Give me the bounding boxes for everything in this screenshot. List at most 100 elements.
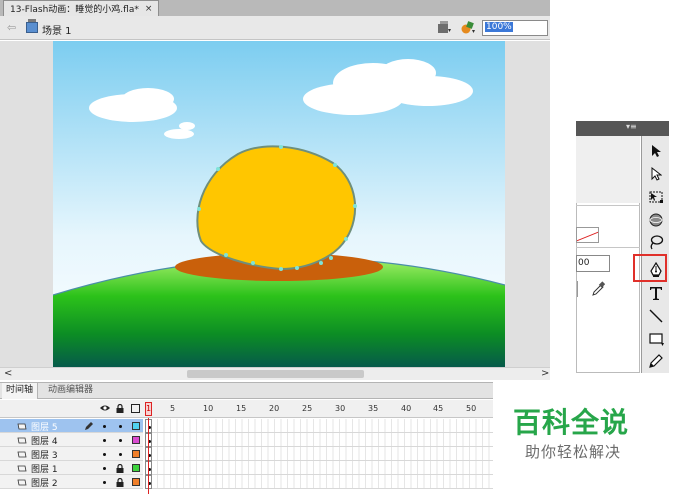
layer-row[interactable]: 图层 2 — [0, 475, 493, 489]
layer-icon — [17, 423, 27, 430]
panel-section — [576, 136, 640, 203]
scene-label[interactable]: 场景 1 — [42, 22, 72, 37]
frame-number: 45 — [433, 404, 444, 413]
eyedropper-icon[interactable] — [591, 281, 605, 297]
stroke-value-field[interactable]: 00 — [576, 255, 610, 272]
frame-number: 40 — [401, 404, 412, 413]
lasso-tool-icon[interactable] — [647, 233, 665, 251]
layer-row[interactable]: 图层 3 — [0, 447, 493, 461]
frame-track[interactable] — [145, 475, 493, 489]
lock-icon[interactable] — [116, 464, 124, 473]
layer-name: 图层 4 — [31, 437, 58, 447]
subselection-tool-icon[interactable] — [647, 165, 665, 183]
visibility-dot[interactable] — [103, 453, 106, 456]
zoom-value: 100% — [485, 22, 513, 32]
layer-row[interactable]: 图层 4 — [0, 433, 493, 447]
edit-symbols-icon[interactable] — [460, 20, 476, 35]
edit-bar: ⇦ 场景 1 100% — [0, 16, 550, 40]
outline-color-box[interactable] — [132, 478, 140, 486]
horizontal-scrollbar[interactable]: < > — [0, 367, 550, 380]
frame-track[interactable] — [145, 433, 493, 447]
layer-name: 图层 3 — [31, 451, 58, 461]
selection-tool-icon[interactable] — [647, 142, 665, 160]
frame-number: 25 — [302, 404, 313, 413]
panel-separator — [577, 281, 578, 297]
tab-motion-editor[interactable]: 动画编辑器 — [44, 383, 97, 399]
layer-icon — [17, 437, 27, 444]
frame-track[interactable] — [145, 419, 493, 433]
panel-header — [576, 121, 669, 136]
outline-color-box[interactable] — [132, 464, 140, 472]
playhead-line — [148, 418, 149, 494]
panel-divider — [576, 247, 640, 248]
pencil-edit-icon — [85, 422, 93, 430]
watermark: 百科全说 助你轻松解决 — [493, 383, 691, 494]
frame-track[interactable] — [145, 447, 493, 461]
watermark-subtitle: 助你轻松解决 — [525, 443, 622, 461]
timeline-panel: 1 5 10 15 20 25 30 35 40 45 50 图层 5 图层 4 — [0, 400, 493, 494]
frame-number: 5 — [170, 404, 176, 413]
layer-row[interactable]: 图层 1 — [0, 461, 493, 475]
cloud-small — [164, 129, 194, 139]
layer-name-cell[interactable]: 图层 5 — [0, 419, 143, 433]
edit-scene-icon[interactable] — [437, 20, 452, 34]
lock-dot[interactable] — [119, 453, 122, 456]
layer-name-cell[interactable]: 图层 4 — [0, 433, 143, 447]
work-area — [0, 41, 550, 367]
outline-color-box[interactable] — [132, 422, 140, 430]
outline-color-box[interactable] — [132, 450, 140, 458]
visibility-dot[interactable] — [103, 481, 106, 484]
timeline-tab-bar: 时间轴 动画编辑器 — [0, 382, 493, 399]
lock-dot[interactable] — [119, 439, 122, 442]
pencil-tool-icon[interactable] — [647, 352, 665, 370]
show-hide-eye-icon[interactable] — [100, 404, 110, 412]
scroll-left-icon[interactable]: < — [4, 368, 12, 379]
rectangle-tool-icon[interactable] — [647, 330, 665, 348]
panel-divider — [576, 205, 640, 206]
lock-all-icon[interactable] — [116, 404, 124, 413]
layer-name-cell[interactable]: 图层 2 — [0, 475, 143, 489]
visibility-dot[interactable] — [103, 425, 106, 428]
visibility-dot[interactable] — [103, 439, 106, 442]
layer-icon — [17, 451, 27, 458]
layer-name-cell[interactable]: 图层 3 — [0, 447, 143, 461]
frame-number: 15 — [236, 404, 247, 413]
back-arrow-icon[interactable]: ⇦ — [7, 21, 16, 34]
3d-rotation-tool-icon[interactable] — [647, 211, 665, 229]
frame-number: 50 — [466, 404, 477, 413]
cloud-small-2 — [179, 122, 195, 130]
lock-dot[interactable] — [119, 425, 122, 428]
frame-track[interactable] — [145, 461, 493, 475]
stage-canvas[interactable] — [53, 41, 505, 367]
playhead-marker[interactable]: 1 — [145, 402, 152, 416]
scroll-right-icon[interactable]: > — [541, 368, 549, 379]
layer-row[interactable]: 图层 5 — [0, 419, 493, 433]
line-tool-icon[interactable] — [647, 307, 665, 325]
document-tab-bar: 13-Flash动画：睡觉的小鸡.fla* × — [0, 0, 550, 16]
scrollbar-thumb[interactable] — [187, 370, 364, 378]
tab-timeline[interactable]: 时间轴 — [2, 383, 39, 399]
frame-number: 30 — [335, 404, 346, 413]
close-tab-icon[interactable]: × — [145, 4, 153, 14]
text-tool-icon[interactable] — [647, 284, 665, 302]
frame-number: 10 — [203, 404, 214, 413]
layer-name: 图层 1 — [31, 465, 58, 475]
outline-color-box[interactable] — [132, 436, 140, 444]
lock-icon[interactable] — [116, 478, 124, 487]
document-tab[interactable]: 13-Flash动画：睡觉的小鸡.fla* × — [3, 0, 160, 16]
layer-icon — [17, 465, 27, 472]
layer-name: 图层 5 — [31, 423, 58, 433]
free-transform-tool-icon[interactable] — [647, 188, 665, 206]
timeline-header: 1 5 10 15 20 25 30 35 40 45 50 — [0, 400, 493, 418]
outline-all-icon[interactable] — [131, 404, 140, 413]
stroke-color-swatch[interactable] — [576, 227, 599, 243]
frame-number: 20 — [269, 404, 280, 413]
layer-name-cell[interactable]: 图层 1 — [0, 461, 143, 475]
visibility-dot[interactable] — [103, 467, 106, 470]
zoom-field[interactable]: 100% — [482, 20, 548, 36]
panel-menu-icon[interactable]: ▾≡ — [626, 122, 637, 131]
layer-icon — [17, 479, 27, 486]
watermark-title: 百科全说 — [513, 406, 630, 439]
scene-icon — [26, 19, 38, 33]
document-tab-title: 13-Flash动画：睡觉的小鸡.fla* — [10, 5, 139, 15]
